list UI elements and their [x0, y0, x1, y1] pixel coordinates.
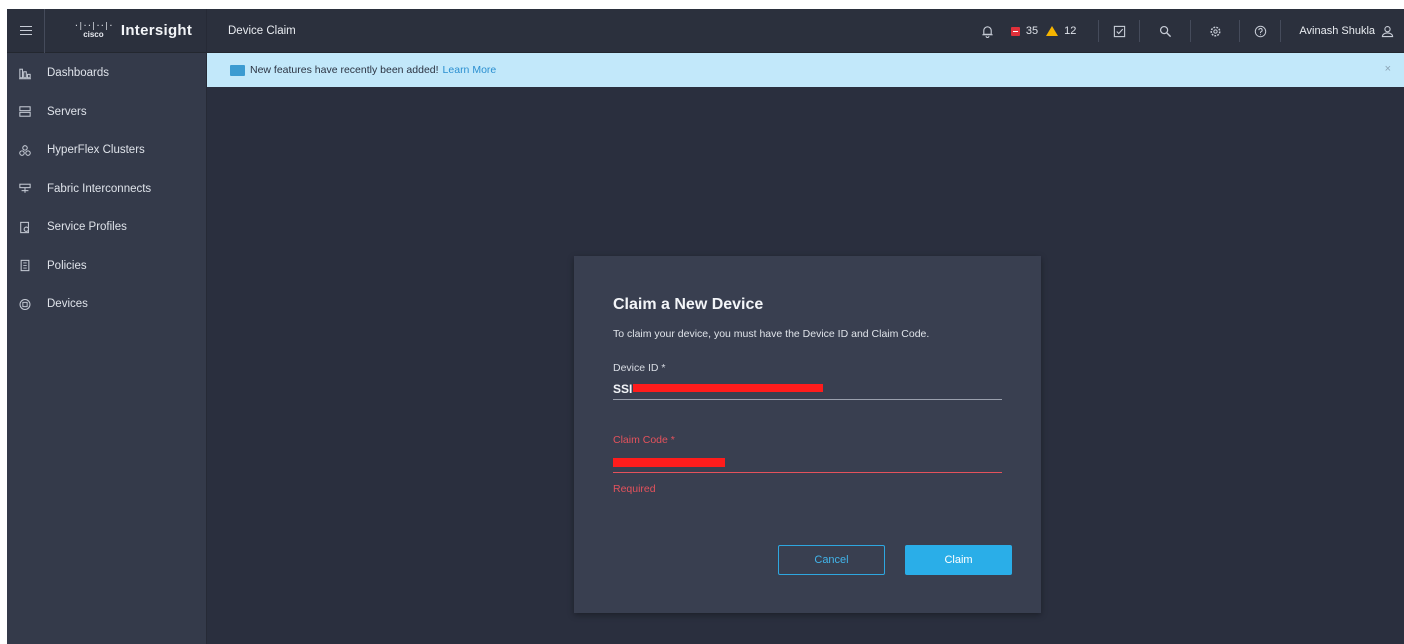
page-title: Device Claim — [228, 24, 296, 37]
feature-banner: New features have recently been added! L… — [207, 53, 1404, 87]
help-icon — [1254, 25, 1267, 37]
device-id-input[interactable]: SSI — [613, 376, 1002, 400]
sidebar-item-label: Fabric Interconnects — [47, 182, 152, 195]
search-button[interactable] — [1140, 9, 1190, 53]
sidebar-item-label: Dashboards — [47, 67, 110, 80]
sidebar: ·|··|··|· cisco Intersight Dashboards Se… — [7, 8, 207, 644]
warning-icon — [1046, 26, 1059, 36]
service-profiles-icon — [19, 221, 31, 233]
cisco-logo: ·|··|··|· cisco — [74, 21, 113, 39]
help-button[interactable] — [1240, 9, 1280, 53]
user-menu-button[interactable]: Avinash Shukla — [1281, 9, 1404, 53]
sidebar-item-label: Policies — [47, 259, 87, 272]
top-toolbar: 35 12 Avinash Shukla — [973, 9, 1404, 53]
warning-alarms-button[interactable]: 12 — [1046, 9, 1098, 53]
sidebar-item-label: HyperFlex Clusters — [47, 144, 145, 157]
device-id-value: SSI — [613, 382, 633, 396]
redaction-mark — [613, 458, 725, 467]
warning-count: 12 — [1064, 25, 1077, 37]
search-icon — [1159, 25, 1171, 37]
claim-device-dialog: Claim a New Device To claim your device,… — [574, 256, 1041, 613]
app-window: ·|··|··|· cisco Intersight Dashboards Se… — [7, 8, 1404, 644]
user-name: Avinash Shukla — [1299, 25, 1375, 37]
checklist-icon — [1113, 25, 1126, 37]
close-icon[interactable]: × — [1385, 63, 1391, 75]
claim-button[interactable]: Claim — [905, 545, 1012, 575]
cancel-button[interactable]: Cancel — [778, 545, 885, 575]
sidebar-item-servers[interactable]: Servers — [7, 93, 206, 132]
dialog-title: Claim a New Device — [613, 296, 764, 313]
sidebar-item-devices[interactable]: Devices — [7, 285, 206, 324]
learn-more-link[interactable]: Learn More — [443, 64, 497, 76]
device-id-label: Device ID * — [613, 362, 666, 374]
banner-text: New features have recently been added! — [250, 64, 439, 76]
notifications-button[interactable] — [973, 9, 1003, 53]
claim-code-input[interactable] — [613, 449, 1002, 473]
dialog-description: To claim your device, you must have the … — [613, 328, 930, 340]
sidebar-item-label: Service Profiles — [47, 221, 127, 234]
settings-button[interactable] — [1191, 9, 1239, 53]
app-name: Intersight — [120, 22, 193, 39]
critical-alarm-icon — [1010, 26, 1020, 36]
devices-icon — [19, 298, 31, 310]
dashboards-icon — [19, 67, 31, 79]
claim-code-label: Claim Code * — [613, 434, 675, 446]
bell-icon — [982, 25, 993, 38]
sidebar-item-label: Devices — [47, 298, 88, 311]
sidebar-item-label: Servers — [47, 105, 87, 118]
hamburger-icon — [19, 29, 32, 32]
announcement-icon — [230, 64, 245, 76]
sidebar-item-policies[interactable]: Policies — [7, 247, 206, 286]
menu-toggle-button[interactable] — [7, 8, 45, 53]
servers-icon — [19, 106, 31, 118]
fabric-interconnects-icon — [19, 183, 31, 195]
claim-code-error-text: Required — [613, 483, 656, 495]
sidebar-item-service-profiles[interactable]: Service Profiles — [7, 208, 206, 247]
hyperflex-clusters-icon — [19, 144, 31, 156]
critical-alarms-button[interactable]: 35 — [1003, 9, 1046, 53]
gear-icon — [1210, 25, 1221, 37]
redaction-mark — [633, 384, 823, 392]
sidebar-item-fabric-interconnects[interactable]: Fabric Interconnects — [7, 170, 206, 209]
requests-button[interactable] — [1099, 9, 1139, 53]
sidebar-item-hyperflex-clusters[interactable]: HyperFlex Clusters — [7, 131, 206, 170]
sidebar-nav: Dashboards Servers HyperFlex Clusters Fa… — [7, 53, 206, 324]
sidebar-item-dashboards[interactable]: Dashboards — [7, 54, 206, 93]
critical-count: 35 — [1025, 25, 1039, 37]
user-icon — [1381, 25, 1394, 37]
brand-bar: ·|··|··|· cisco Intersight — [7, 8, 206, 53]
policies-icon — [19, 260, 31, 272]
top-bar: Device Claim 35 12 Avinash Shukla — [207, 9, 1404, 53]
